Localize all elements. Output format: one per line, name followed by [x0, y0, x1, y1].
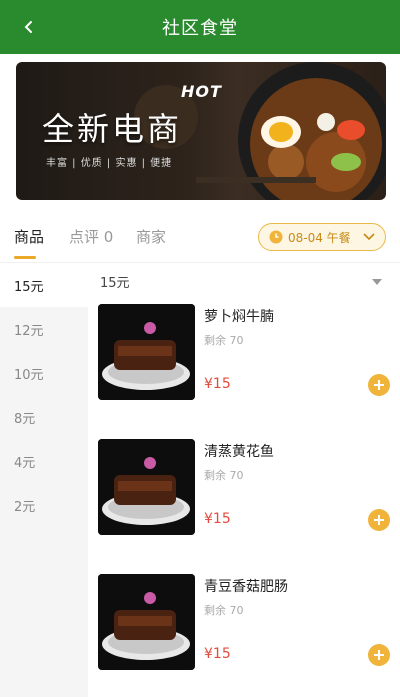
- banner-headline: 全新电商: [42, 110, 183, 148]
- active-tab-indicator: [14, 256, 36, 259]
- dish-name: 青豆香菇肥肠: [204, 579, 288, 595]
- add-to-cart-button[interactable]: [368, 374, 390, 396]
- dish-image: [98, 574, 195, 670]
- dish-price: ¥15: [204, 511, 231, 527]
- dish-image: [98, 439, 195, 535]
- tab-merchant[interactable]: 商家: [136, 226, 166, 247]
- plus-icon: [374, 380, 384, 390]
- price-sidebar: 15元 12元 10元 8元 4元 2元: [0, 263, 88, 697]
- chevron-left-icon: [24, 21, 32, 33]
- sidebar-item-8[interactable]: 8元: [0, 395, 88, 439]
- add-to-cart-button[interactable]: [368, 509, 390, 531]
- list-item[interactable]: 萝卜焖牛腩 剩余 70 ¥15: [98, 304, 398, 414]
- sidebar-item-10[interactable]: 10元: [0, 351, 88, 395]
- dish-stock: 剩余 70: [204, 334, 244, 347]
- back-button[interactable]: [14, 12, 44, 42]
- sidebar-item-4[interactable]: 4元: [0, 439, 88, 483]
- chevron-down-icon: [363, 233, 375, 241]
- tab-goods[interactable]: 商品: [14, 226, 44, 247]
- sidebar-item-2[interactable]: 2元: [0, 483, 88, 527]
- hot-label: HOT: [181, 82, 222, 101]
- category-title: 15元: [100, 276, 130, 291]
- dish-price: ¥15: [204, 646, 231, 662]
- meal-time-label: 08-04 午餐: [288, 230, 351, 245]
- clock-icon: [269, 230, 283, 244]
- dish-name: 萝卜焖牛腩: [204, 309, 274, 325]
- promo-banner[interactable]: HOT 全新电商 丰富 | 优质 | 实惠 | 便捷: [16, 62, 386, 200]
- list-item[interactable]: 清蒸黄花鱼 剩余 70 ¥15: [98, 439, 398, 549]
- sidebar-item-15[interactable]: 15元: [0, 263, 88, 307]
- plus-icon: [374, 650, 384, 660]
- dish-image: [98, 304, 195, 400]
- tab-reviews[interactable]: 点评 0: [69, 226, 113, 247]
- dish-stock: 剩余 70: [204, 604, 244, 617]
- dish-stock: 剩余 70: [204, 469, 244, 482]
- add-to-cart-button[interactable]: [368, 644, 390, 666]
- page-title: 社区食堂: [162, 18, 238, 39]
- category-collapse-icon[interactable]: [372, 279, 382, 285]
- dish-name: 清蒸黄花鱼: [204, 444, 274, 460]
- sidebar-item-12[interactable]: 12元: [0, 307, 88, 351]
- meal-time-dropdown[interactable]: 08-04 午餐: [258, 223, 386, 251]
- list-item[interactable]: 青豆香菇肥肠 剩余 70 ¥15: [98, 574, 398, 684]
- banner-tagline: 丰富 | 优质 | 实惠 | 便捷: [46, 158, 173, 169]
- app-header: 社区食堂: [0, 0, 400, 54]
- plus-icon: [374, 515, 384, 525]
- dish-price: ¥15: [204, 376, 231, 392]
